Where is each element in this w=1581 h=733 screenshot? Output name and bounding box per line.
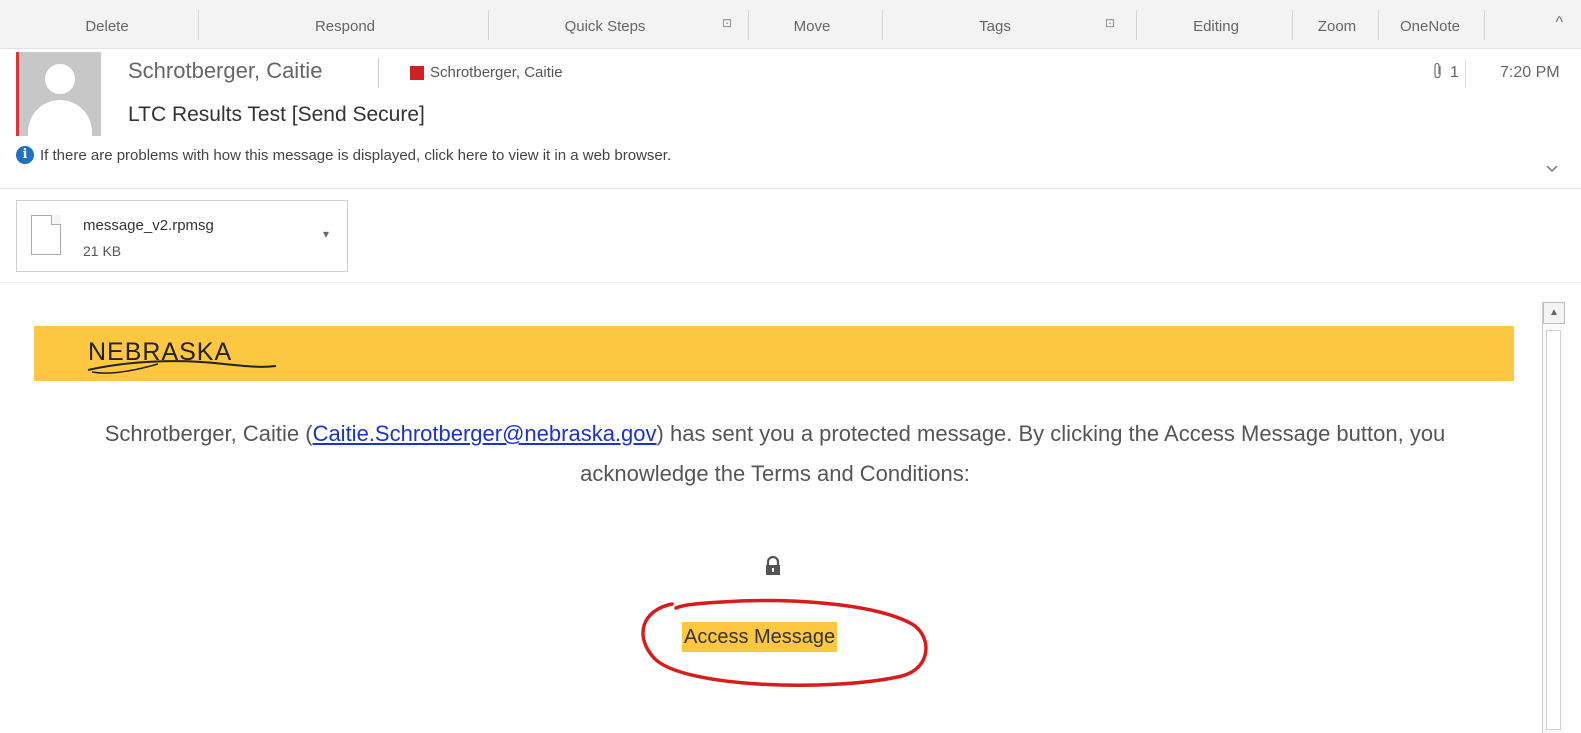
ribbon-group-respond[interactable]: Respond — [290, 16, 400, 38]
info-bar[interactable]: i If there are problems with how this me… — [16, 146, 671, 164]
ribbon-separator — [1378, 10, 1379, 40]
message-text-suffix: ) has sent you a protected message. By c… — [580, 421, 1446, 486]
message-subject: LTC Results Test [Send Secure] — [128, 103, 425, 126]
ribbon-group-move[interactable]: Move — [774, 16, 850, 38]
attachment-count: 1 — [1432, 62, 1459, 82]
avatar-body — [28, 100, 92, 136]
avatar — [19, 52, 101, 136]
ribbon-separator — [748, 10, 749, 40]
attachment-dropdown-icon[interactable]: ▾ — [323, 227, 329, 241]
attachment-item[interactable]: message_v2.rpmsg 21 KB ▾ — [16, 200, 348, 272]
info-icon: i — [16, 146, 34, 164]
sender-name[interactable]: Schrotberger, Caitie — [128, 58, 322, 84]
ribbon-separator — [198, 10, 199, 40]
divider — [0, 188, 1581, 189]
header-separator — [1465, 60, 1466, 88]
recipient-name: Schrotberger, Caitie — [430, 64, 563, 81]
ribbon-group-delete[interactable]: Delete — [62, 16, 152, 38]
tags-launcher-icon[interactable]: ⊡ — [1105, 16, 1115, 30]
paperclip-icon — [1434, 62, 1441, 79]
recipient[interactable]: Schrotberger, Caitie — [410, 64, 563, 81]
presence-icon — [410, 65, 424, 80]
ribbon-separator — [1484, 10, 1485, 40]
ribbon-group-quick-steps[interactable]: Quick Steps — [540, 16, 670, 38]
received-time: 7:20 PM — [1500, 64, 1560, 81]
divider — [0, 282, 1581, 283]
message-text-prefix: Schrotberger, Caitie ( — [104, 421, 313, 446]
logo-swoosh-icon — [87, 360, 277, 374]
message-text: Schrotberger, Caitie (Caitie.Schrotberge… — [80, 414, 1470, 494]
quick-steps-launcher-icon[interactable]: ⊡ — [722, 16, 732, 30]
ribbon-group-tags[interactable]: Tags — [960, 16, 1030, 38]
ribbon-separator — [1136, 10, 1137, 40]
nebraska-banner: NEBRASKA — [34, 326, 1514, 381]
ribbon-group-zoom[interactable]: Zoom — [1304, 16, 1370, 38]
lock-icon — [766, 556, 780, 575]
vertical-scrollbar[interactable]: ▲ — [1542, 302, 1565, 733]
attachment-name: message_v2.rpmsg — [83, 217, 214, 234]
collapse-ribbon-icon[interactable]: ^ — [1555, 14, 1563, 32]
ribbon: Delete Respond Quick Steps ⊡ Move Tags ⊡… — [0, 0, 1581, 49]
access-message-button[interactable]: Access Message — [682, 622, 838, 652]
header-separator — [378, 58, 379, 88]
ribbon-separator — [488, 10, 489, 40]
ribbon-group-editing[interactable]: Editing — [1176, 16, 1256, 38]
document-icon — [31, 215, 61, 255]
ribbon-separator — [1292, 10, 1293, 40]
ribbon-group-onenote[interactable]: OneNote — [1384, 16, 1476, 38]
avatar-head — [45, 64, 75, 94]
expand-header-chevron-icon[interactable] — [1546, 160, 1558, 176]
info-bar-text: If there are problems with how this mess… — [40, 146, 672, 164]
ribbon-separator — [882, 10, 883, 40]
scroll-up-arrow-icon[interactable]: ▲ — [1543, 302, 1565, 324]
scroll-thumb[interactable] — [1546, 330, 1561, 730]
attachment-count-value: 1 — [1450, 64, 1459, 81]
attachment-size: 21 KB — [83, 243, 122, 259]
sender-email-link[interactable]: Caitie.Schrotberger@nebraska.gov — [313, 421, 657, 446]
